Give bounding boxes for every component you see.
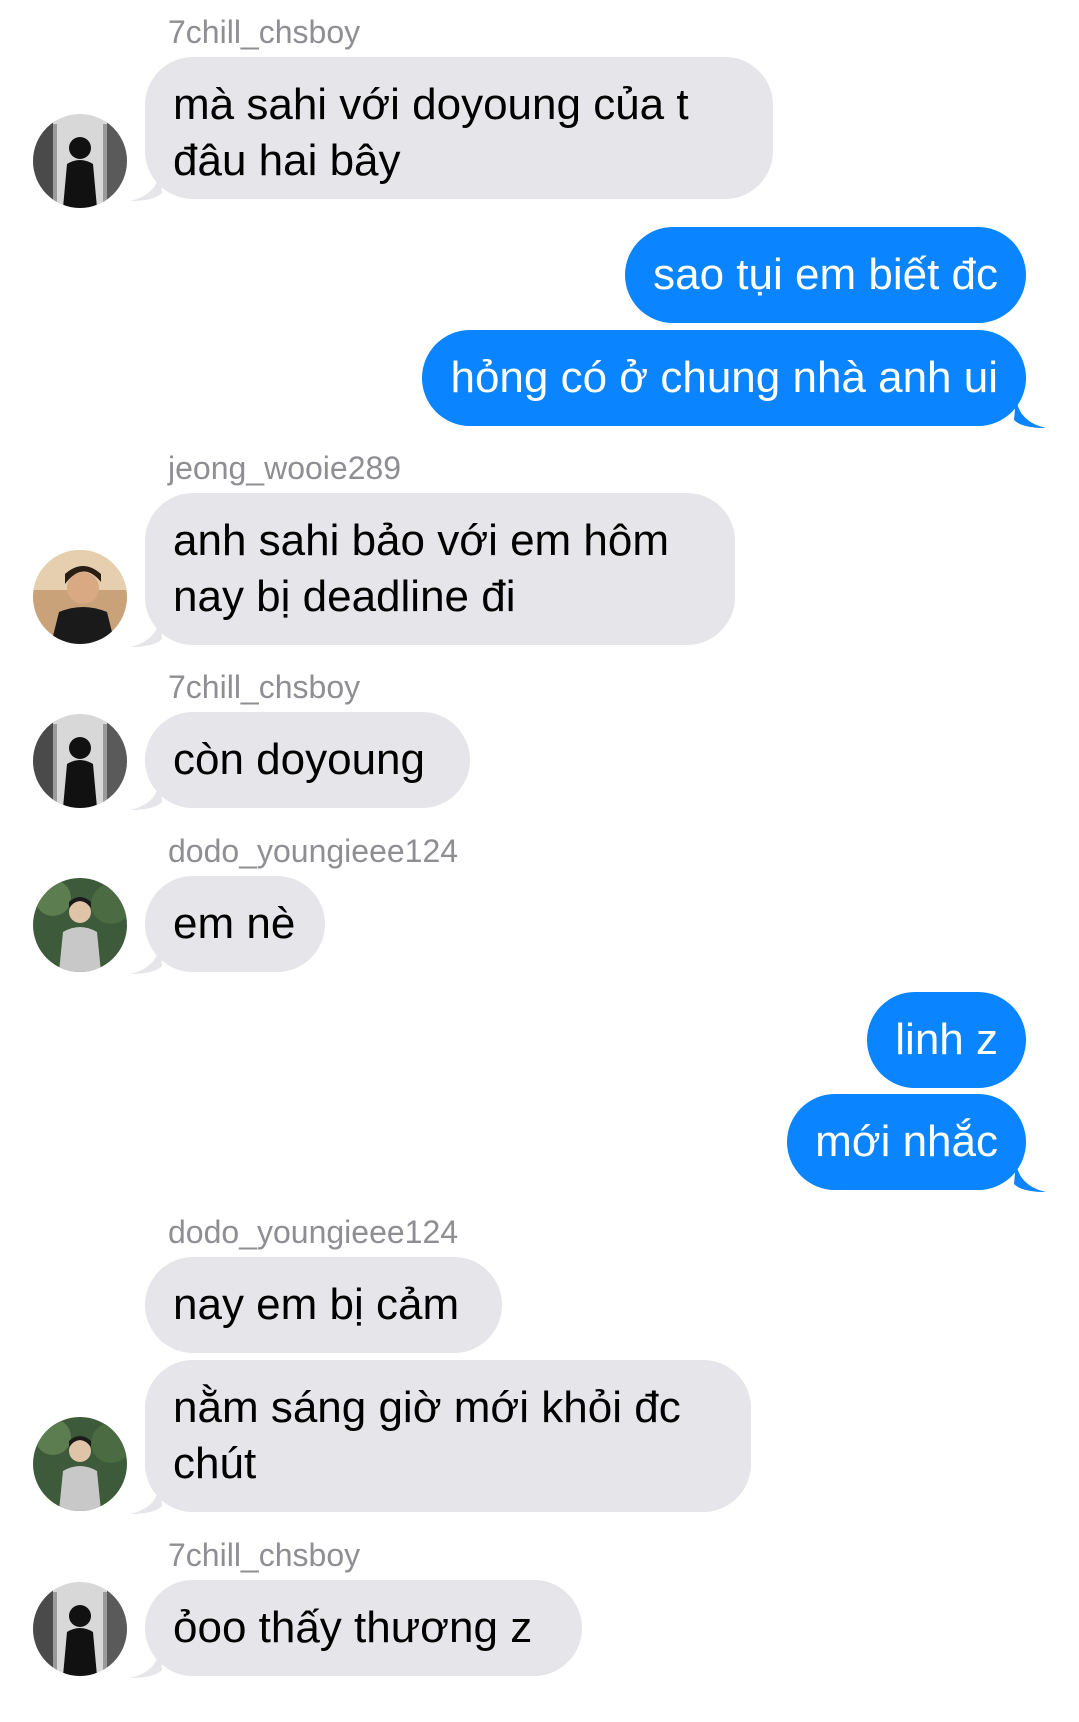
message-bubble-incoming[interactable]: còn doyoung xyxy=(145,712,470,808)
avatar-photo-icon xyxy=(33,878,127,972)
avatar-dodo-youngieee124[interactable] xyxy=(33,1417,127,1511)
message-text-line: nằm sáng giờ mới khỏi đc xyxy=(173,1383,681,1432)
message-text-line: anh sahi bảo với em hôm xyxy=(173,516,670,565)
sender-name: 7chill_chsboy xyxy=(168,1537,361,1573)
avatar-7chill-chsboy[interactable] xyxy=(33,714,127,808)
sender-name: dodo_youngieee124 xyxy=(168,833,459,869)
sender-name: jeong_wooie289 xyxy=(168,450,402,486)
message-bubble-outgoing[interactable]: mới nhắc xyxy=(787,1094,1026,1190)
avatar-dodo-youngieee124[interactable] xyxy=(33,878,127,972)
message-bubble-outgoing[interactable]: hỏng có ở chung nhà anh ui xyxy=(422,330,1026,426)
avatar-photo-icon xyxy=(33,1417,127,1511)
sender-name: 7chill_chsboy xyxy=(168,14,361,50)
avatar-photo-icon xyxy=(33,1582,127,1676)
avatar-photo-icon xyxy=(33,114,127,208)
avatar-jeong-wooie289[interactable] xyxy=(33,550,127,644)
message-bubble-incoming[interactable]: nay em bị cảm xyxy=(145,1257,502,1353)
message-bubble-outgoing[interactable]: linh z xyxy=(867,992,1026,1088)
message-bubble-incoming[interactable]: em nè xyxy=(145,876,325,972)
message-bubble-outgoing[interactable]: sao tụi em biết đc xyxy=(625,227,1026,323)
sender-name: 7chill_chsboy xyxy=(168,669,361,705)
sender-name: dodo_youngieee124 xyxy=(168,1214,459,1250)
avatar-photo-icon xyxy=(33,550,127,644)
message-text-line: mà sahi với doyoung của t xyxy=(173,80,689,129)
avatar-7chill-chsboy[interactable] xyxy=(33,114,127,208)
message-bubble-incoming[interactable]: anh sahi bảo với em hôm nay bị deadline … xyxy=(145,493,735,645)
message-text-line: đâu hai bây xyxy=(173,136,401,185)
message-text-line: chút xyxy=(173,1439,257,1488)
message-bubble-incoming[interactable]: nằm sáng giờ mới khỏi đc chút xyxy=(145,1360,751,1512)
message-text-line: nay bị deadline đi xyxy=(173,572,516,621)
message-bubble-incoming[interactable]: mà sahi với doyoung của t đâu hai bây xyxy=(145,57,773,199)
message-bubble-incoming[interactable]: ỏoo thấy thương z xyxy=(145,1580,582,1676)
avatar-photo-icon xyxy=(33,714,127,808)
avatar-7chill-chsboy[interactable] xyxy=(33,1582,127,1676)
